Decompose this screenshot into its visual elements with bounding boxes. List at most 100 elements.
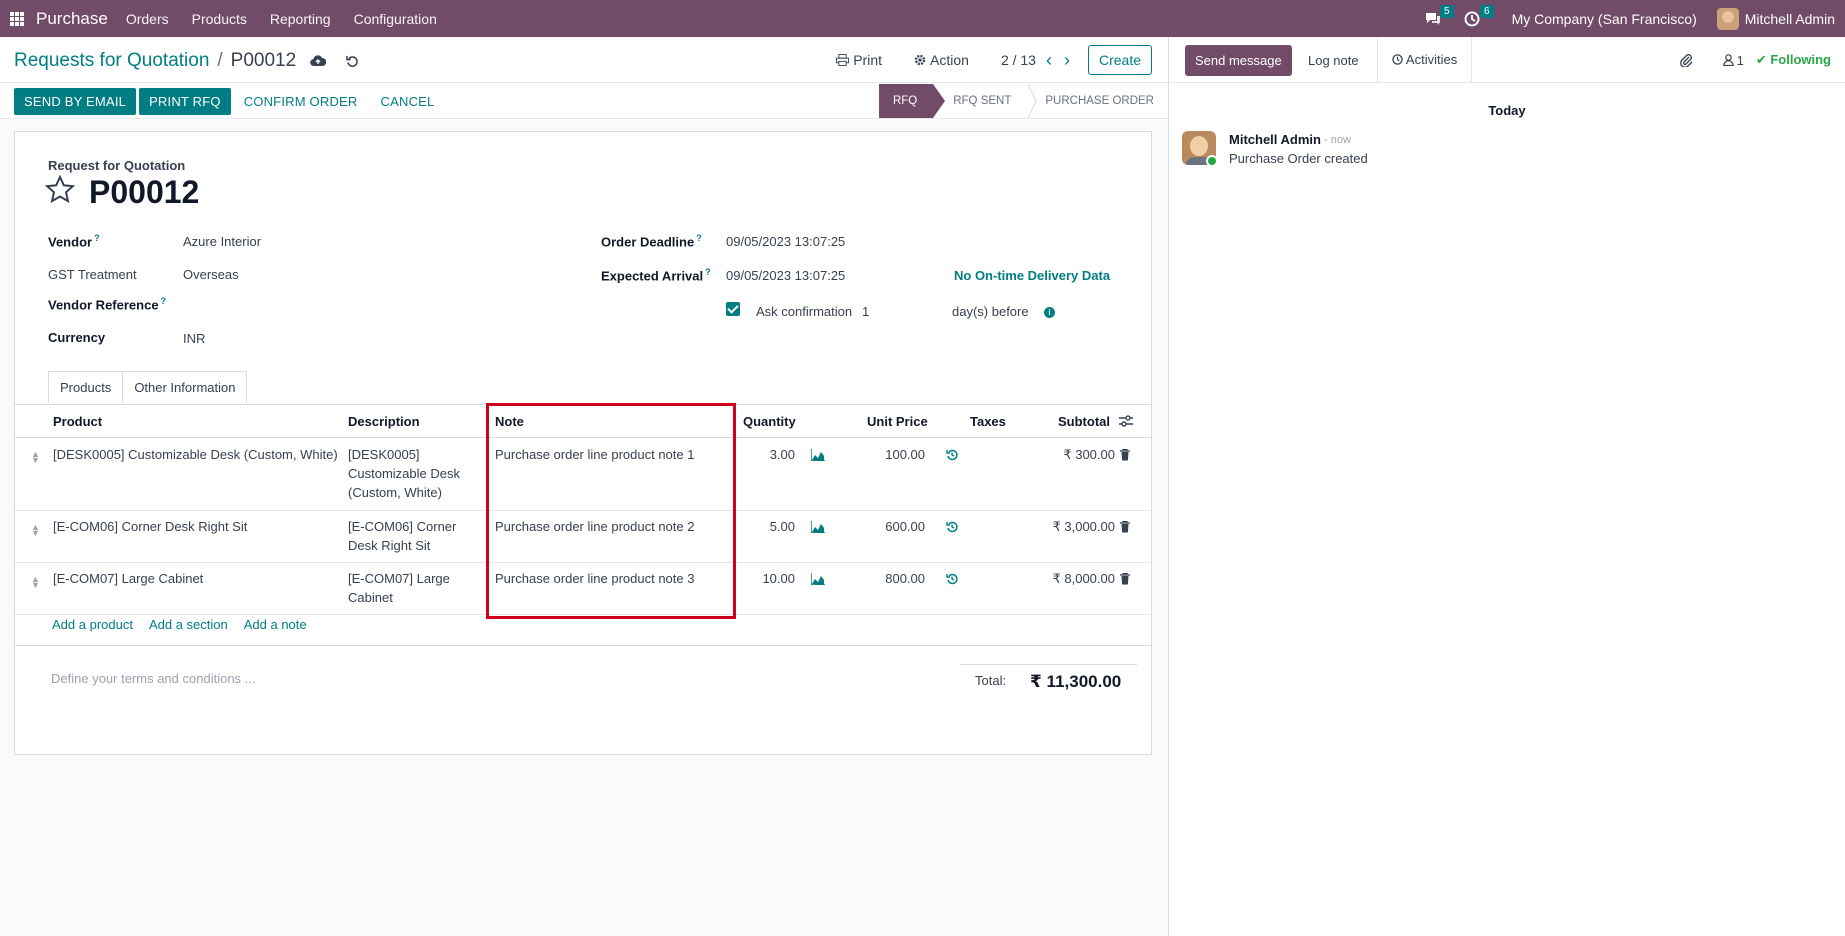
- stage-chevron-icon: [1027, 84, 1037, 118]
- menu-products[interactable]: Products: [192, 11, 247, 27]
- activities-badge: 6: [1480, 4, 1494, 18]
- drag-handle-icon[interactable]: ▲ ▼: [31, 523, 40, 538]
- trash-icon[interactable]: [1120, 521, 1130, 533]
- messages-systray[interactable]: 5: [1424, 4, 1454, 27]
- apps-menu-icon[interactable]: [10, 11, 24, 26]
- activities-button[interactable]: Activities: [1377, 37, 1473, 83]
- stage-purchase-order[interactable]: PURCHASE ORDER: [1037, 84, 1154, 118]
- check-icon: ✔: [1755, 52, 1767, 67]
- price-history-icon[interactable]: [946, 573, 958, 585]
- line-unit-price[interactable]: 600.00: [855, 517, 925, 536]
- create-button[interactable]: Create: [1087, 45, 1152, 75]
- stage-rfq[interactable]: RFQ: [878, 84, 946, 118]
- drag-handle-icon[interactable]: ▲ ▼: [31, 575, 40, 590]
- print-button[interactable]: Print: [836, 52, 882, 68]
- line-description[interactable]: [E-COM06] Corner Desk Right Sit: [348, 517, 488, 555]
- stage-pipeline: RFQ RFQ SENT PURCHASE ORDER: [878, 84, 1154, 118]
- following-label: Following: [1770, 52, 1831, 67]
- info-icon[interactable]: i: [1044, 307, 1055, 318]
- trash-icon[interactable]: [1120, 449, 1130, 461]
- line-quantity[interactable]: 5.00: [735, 517, 795, 536]
- star-icon[interactable]: [45, 175, 75, 205]
- vendor-reference-label: Vendor Reference?: [48, 296, 167, 313]
- message-time: - now: [1324, 134, 1351, 146]
- col-subtotal[interactable]: Subtotal: [1058, 414, 1110, 429]
- paperclip-icon[interactable]: [1679, 53, 1693, 67]
- expected-arrival-field[interactable]: 09/05/2023 13:07:25: [726, 268, 845, 283]
- menu-reporting[interactable]: Reporting: [270, 11, 331, 27]
- add-note-link[interactable]: Add a note: [244, 617, 307, 632]
- line-product[interactable]: [E-COM06] Corner Desk Right Sit: [53, 517, 343, 536]
- action-button[interactable]: Action: [914, 52, 969, 68]
- ask-confirmation-checkbox[interactable]: [726, 302, 740, 316]
- ask-confirmation-days-input[interactable]: 1: [862, 304, 869, 319]
- line-product[interactable]: [DESK0005] Customizable Desk (Custom, Wh…: [53, 445, 343, 464]
- cloud-save-icon[interactable]: [310, 55, 327, 67]
- message-author[interactable]: Mitchell Admin: [1229, 132, 1321, 147]
- pager-value[interactable]: 2 / 13: [1001, 52, 1036, 68]
- document-type: Request for Quotation: [48, 158, 186, 173]
- send-message-button[interactable]: Send message: [1185, 45, 1292, 76]
- days-before-label: day(s) before: [952, 304, 1029, 319]
- tab-products[interactable]: Products: [48, 371, 124, 403]
- drag-handle-icon[interactable]: ▲ ▼: [31, 450, 40, 465]
- col-description[interactable]: Description: [348, 414, 420, 429]
- user-menu[interactable]: Mitchell Admin: [1716, 7, 1835, 30]
- pager-previous-icon[interactable]: ‹: [1046, 50, 1052, 71]
- total-label: Total:: [975, 673, 1007, 688]
- line-subtotal: ₹ 3,000.00: [1052, 519, 1116, 534]
- line-quantity[interactable]: 3.00: [735, 445, 795, 464]
- vendor-reference-field[interactable]: [183, 296, 483, 314]
- user-name: Mitchell Admin: [1744, 10, 1835, 27]
- tab-other-information[interactable]: Other Information: [123, 371, 248, 403]
- on-time-delivery-button[interactable]: No On-time Delivery Data: [954, 268, 1110, 283]
- add-product-link[interactable]: Add a product: [52, 617, 133, 632]
- pager-next-icon[interactable]: ›: [1064, 50, 1070, 71]
- followers-button[interactable]: 1: [1722, 53, 1744, 68]
- print-rfq-button[interactable]: PRINT RFQ: [139, 88, 231, 115]
- activities-label: Activities: [1405, 52, 1458, 67]
- col-product[interactable]: Product: [53, 414, 102, 429]
- optional-columns-icon[interactable]: [1119, 415, 1133, 427]
- line-description[interactable]: [E-COM07] Large Cabinet: [348, 569, 468, 607]
- line-unit-price[interactable]: 100.00: [855, 445, 925, 464]
- following-button[interactable]: ✔ Following: [1756, 52, 1831, 68]
- discard-icon[interactable]: [346, 55, 359, 68]
- add-section-link[interactable]: Add a section: [149, 617, 228, 632]
- line-unit-price[interactable]: 800.00: [855, 569, 925, 588]
- app-brand[interactable]: Purchase: [36, 9, 108, 29]
- order-deadline-label: Order Deadline?: [601, 233, 702, 250]
- company-switcher[interactable]: My Company (San Francisco): [1512, 11, 1697, 27]
- gst-treatment-field[interactable]: Overseas: [183, 267, 239, 282]
- log-note-button[interactable]: Log note: [1308, 53, 1359, 68]
- vendor-field[interactable]: Azure Interior: [183, 234, 261, 249]
- notebook-tabs: Products Other Information: [48, 371, 248, 403]
- forecast-chart-icon[interactable]: [811, 521, 825, 533]
- confirm-order-button[interactable]: CONFIRM ORDER: [234, 88, 368, 115]
- breadcrumb-rfq-link[interactable]: Requests for Quotation: [14, 50, 209, 72]
- control-panel: Requests for Quotation / P00012 Print Ac…: [0, 37, 1168, 83]
- forecast-chart-icon[interactable]: [811, 449, 825, 461]
- forecast-chart-icon[interactable]: [811, 573, 825, 585]
- col-quantity[interactable]: Quantity: [743, 414, 796, 429]
- stage-rfq-sent[interactable]: RFQ SENT: [933, 84, 1027, 118]
- currency-field[interactable]: INR: [183, 331, 205, 346]
- menu-orders[interactable]: Orders: [126, 11, 169, 27]
- line-description[interactable]: [DESK0005] Customizable Desk (Custom, Wh…: [348, 445, 488, 502]
- send-by-email-button[interactable]: SEND BY EMAIL: [14, 88, 137, 115]
- terms-conditions-input[interactable]: Define your terms and conditions ...: [51, 671, 256, 686]
- menu-configuration[interactable]: Configuration: [354, 11, 437, 27]
- col-taxes[interactable]: Taxes: [970, 414, 1006, 429]
- line-quantity[interactable]: 10.00: [735, 569, 795, 588]
- line-product[interactable]: [E-COM07] Large Cabinet: [53, 569, 343, 588]
- price-history-icon[interactable]: [946, 449, 958, 461]
- activities-systray[interactable]: 6: [1464, 4, 1494, 27]
- price-history-icon[interactable]: [946, 521, 958, 533]
- cancel-button[interactable]: CANCEL: [371, 88, 445, 115]
- trash-icon[interactable]: [1120, 573, 1130, 585]
- chatter-topbar: Send message Log note Activities 1 ✔ Fol…: [1169, 37, 1845, 83]
- order-deadline-field[interactable]: 09/05/2023 13:07:25: [726, 234, 845, 249]
- total-amount: ₹ 11,300.00: [1030, 672, 1122, 691]
- online-status-icon: [1206, 155, 1218, 167]
- col-unit-price[interactable]: Unit Price: [867, 414, 928, 429]
